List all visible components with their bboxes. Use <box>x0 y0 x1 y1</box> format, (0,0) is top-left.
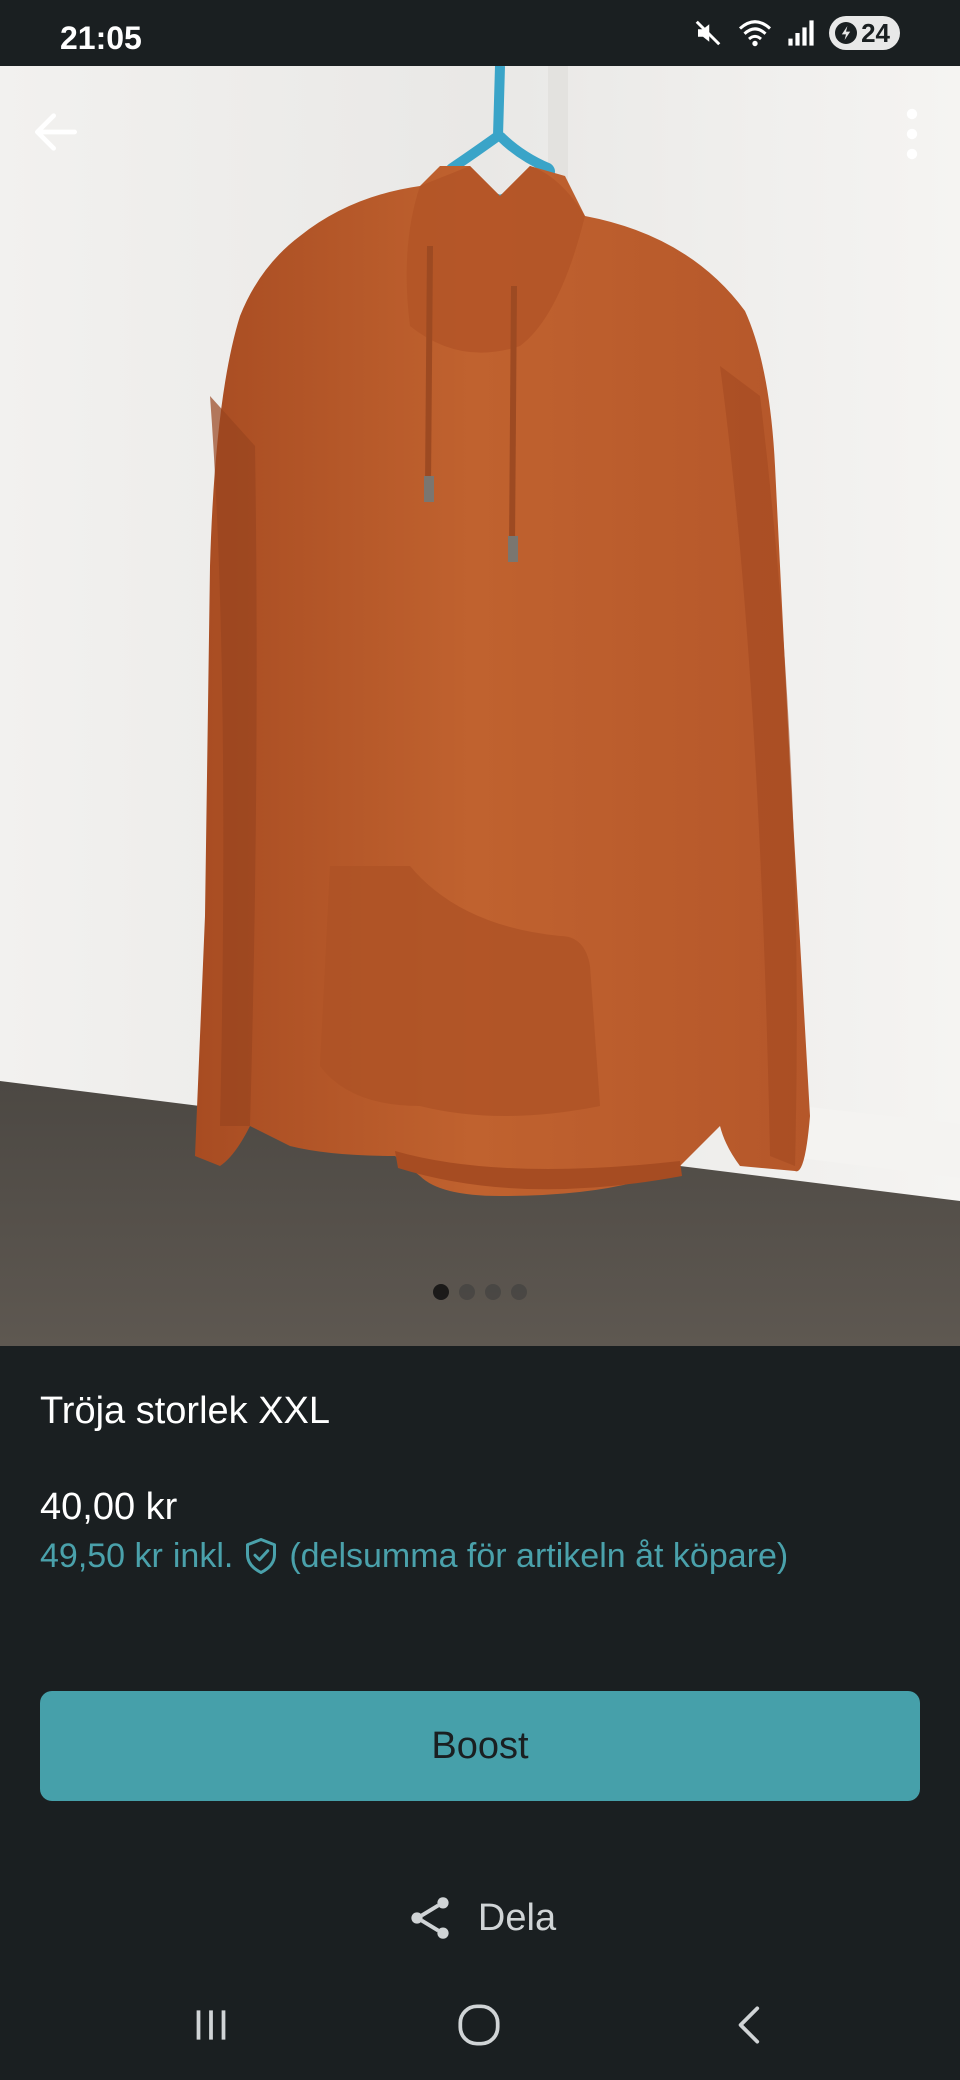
shield-check-icon <box>246 1538 277 1574</box>
back-arrow-icon[interactable] <box>28 104 84 160</box>
share-button[interactable]: Dela <box>0 1888 960 1948</box>
status-time: 21:05 <box>60 20 142 56</box>
status-icons: 24 <box>693 16 900 50</box>
more-options-icon[interactable] <box>892 104 932 164</box>
listing-title: Tröja storlek XXL <box>40 1390 331 1432</box>
charging-bolt-icon <box>835 22 858 44</box>
buyer-price-note: (delsumma för artikeln åt köpare) <box>289 1536 789 1575</box>
wifi-icon <box>739 20 772 47</box>
battery-icon: 24 <box>829 16 900 50</box>
share-icon <box>411 1897 449 1939</box>
mute-icon <box>695 20 721 46</box>
signal-icon <box>788 20 814 46</box>
home-icon[interactable] <box>452 2000 506 2050</box>
system-nav-bar <box>0 1970 960 2080</box>
share-label: Dela <box>477 1896 557 1939</box>
carousel-dot[interactable] <box>511 1284 527 1300</box>
product-photo <box>0 66 960 1346</box>
buyer-price-suffix: inkl. <box>172 1536 234 1575</box>
carousel-dot[interactable] <box>433 1284 449 1300</box>
status-bar: 21:05 24 <box>0 0 960 66</box>
boost-button[interactable]: Boost <box>40 1691 920 1801</box>
product-photo-carousel[interactable] <box>0 66 960 1346</box>
buyer-price-info[interactable]: 49,50 kr inkl. (delsumma för artikeln åt… <box>40 1536 788 1576</box>
carousel-dot[interactable] <box>485 1284 501 1300</box>
carousel-dot[interactable] <box>459 1284 475 1300</box>
carousel-indicator <box>0 1284 960 1300</box>
listing-price: 40,00 kr <box>40 1486 178 1528</box>
system-back-icon[interactable] <box>726 2000 776 2050</box>
recent-apps-icon[interactable] <box>186 2000 236 2050</box>
battery-level: 24 <box>861 17 890 48</box>
buyer-price: 49,50 kr <box>40 1536 163 1575</box>
